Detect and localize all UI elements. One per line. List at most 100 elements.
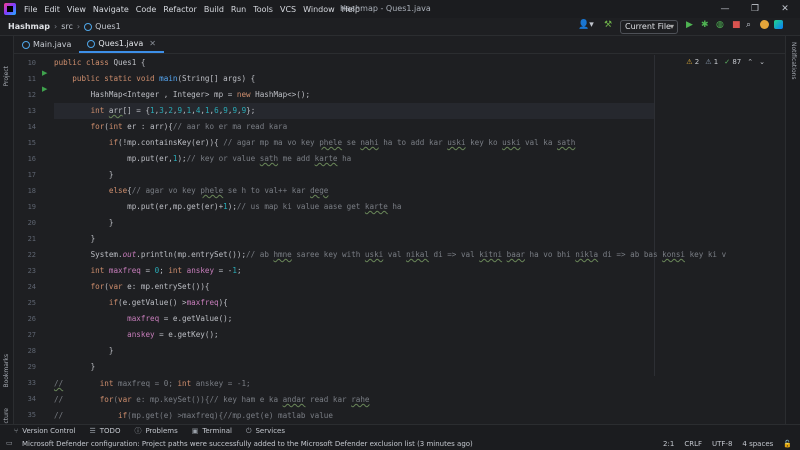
menu-code[interactable]: Code [136,5,156,14]
typos-count[interactable]: ✓ 87 [724,58,741,66]
todo-tool[interactable]: ☰ TODO [89,427,120,435]
minimize-icon[interactable]: — [710,0,740,18]
restore-icon[interactable]: ❐ [740,0,770,18]
search-icon[interactable]: ⌕ [746,20,751,30]
coverage-icon[interactable]: ◍ [716,20,724,30]
branch-icon: ⑂ [14,427,19,435]
expand-down-icon[interactable]: ⌄ [759,58,765,66]
menu-run[interactable]: Run [231,5,246,14]
close-tab-icon[interactable]: ✕ [149,39,156,48]
run-configuration-select[interactable]: Current File [620,20,678,34]
title-bar: File Edit View Navigate Code Refactor Bu… [0,0,800,18]
close-window-icon[interactable]: ✕ [770,0,800,18]
inspection-widget[interactable]: ⚠ 2 ⚠ 1 ✓ 87 ⌃ ⌄ [686,58,765,66]
breadcrumb-file[interactable]: Ques1 [95,22,121,31]
debug-icon[interactable]: ✱ [701,20,709,30]
line-number: 21 [27,235,36,243]
project-tool-tab[interactable]: Project [3,66,10,87]
menu-edit[interactable]: Edit [44,5,60,14]
main-menu: File Edit View Navigate Code Refactor Bu… [24,5,367,14]
code-line: } [54,362,96,371]
weak-warnings-count[interactable]: ⚠ 1 [705,58,718,66]
run-icon[interactable]: ▶ [686,20,693,30]
line-number: 23 [27,267,36,275]
weak-warning-icon: ⚠ [705,58,712,66]
java-class-icon [22,40,30,49]
check-icon: ✓ [724,58,731,66]
code-line: mp.put(er,mp.get(er)+1);// us map ki val… [54,202,402,211]
expand-up-icon[interactable]: ⌃ [747,58,753,66]
status-toggle-icon[interactable]: ▭ [6,439,13,447]
line-number: 15 [27,139,36,147]
code-line: for(int er : arr){// aar ko er ma read k… [90,122,288,131]
code-line: } [54,346,114,355]
breadcrumb-project[interactable]: Hashmap [8,22,50,31]
menu-refactor[interactable]: Refactor [163,5,197,14]
window-title: Hashmap - Ques1.java [340,4,431,13]
caret-position[interactable]: 2:1 [663,440,674,448]
line-number: 27 [27,331,36,339]
tab-main-java[interactable]: Main.java [14,36,79,53]
line-number: 33 [27,379,36,387]
code-editor-tail[interactable]: 33 34 35 // int maxfreq = 0; int anskey … [14,376,785,424]
run-main-gutter-icon[interactable]: ▶ [42,85,47,93]
menu-window[interactable]: Window [303,5,335,14]
lock-icon[interactable]: 🔓 [783,440,792,448]
code-line: mp.put(er,1);// key or value sath me add… [54,154,352,163]
bookmarks-tool-tab[interactable]: Bookmarks [3,354,10,388]
line-number: 29 [27,363,36,371]
menu-build[interactable]: Build [204,5,224,14]
breadcrumb-src[interactable]: src [61,22,73,31]
version-control-tool[interactable]: ⑂ Version Control [14,427,75,435]
menu-file[interactable]: File [24,5,37,14]
line-number: 13 [27,107,36,115]
user-icon[interactable]: 👤▾ [578,20,594,30]
code-line: System.out.println(mp.entrySet());// ab … [54,250,727,259]
line-number: 28 [27,347,36,355]
line-number: 25 [27,299,36,307]
status-message[interactable]: Microsoft Defender configuration: Projec… [22,440,473,448]
menu-navigate[interactable]: Navigate [93,5,129,14]
right-tool-strip: Notifications [785,36,800,424]
line-number: 24 [27,283,36,291]
right-margin-guide [654,55,655,424]
indent-setting[interactable]: 4 spaces [742,440,773,448]
breadcrumb-separator: › [54,22,58,31]
menu-vcs[interactable]: VCS [280,5,296,14]
build-hammer-icon[interactable]: ⚒ [604,20,612,30]
navigation-bar: Hashmap › src › Ques1 [0,18,800,36]
code-editor[interactable]: 10 11 12 13 14 15 16 17 18 19 20 21 22 2… [14,55,785,424]
tab-ques1-java[interactable]: Ques1.java ✕ [79,36,164,53]
terminal-icon: ▣ [191,427,199,435]
java-class-icon [84,22,93,31]
services-tool[interactable]: ⏻ Services [246,427,285,436]
status-bar: ▭ Microsoft Defender configuration: Proj… [0,437,800,450]
line-number: 12 [27,91,36,99]
line-number: 26 [27,315,36,323]
line-separator[interactable]: CRLF [684,440,702,448]
code-line: // int maxfreq = 0; int anskey = -1; [54,379,251,388]
intellij-logo-icon[interactable] [4,3,16,15]
terminal-tool[interactable]: ▣ Terminal [192,427,232,435]
jetbrains-toolbox-icon[interactable] [774,20,783,29]
notifications-tool-tab[interactable]: Notifications [790,42,797,80]
code-line: if(!mp.containsKey(er)){ // agar mp ma v… [108,138,576,147]
services-icon: ⏻ [245,426,252,435]
run-class-gutter-icon[interactable]: ▶ [42,69,47,77]
problems-tool[interactable]: ⓘ Problems [134,426,177,436]
line-number: 34 [27,395,36,403]
editor-tabs: Main.java Ques1.java ✕ [14,36,785,54]
left-tool-strip: Project Bookmarks Structure [0,36,14,436]
warnings-count[interactable]: ⚠ 2 [686,58,699,66]
line-number: 10 [27,59,36,67]
code-line: } [54,218,114,227]
bottom-tool-bar: ⑂ Version Control ☰ TODO ⓘ Problems ▣ Termin… [0,424,800,437]
update-icon[interactable] [760,20,769,29]
stop-icon[interactable]: ■ [732,20,741,30]
menu-view[interactable]: View [67,5,86,14]
file-encoding[interactable]: UTF-8 [712,440,732,448]
line-number: 22 [27,251,36,259]
menu-tools[interactable]: Tools [253,5,273,14]
code-line: // for(var e: mp.keySet()){// key ham e … [54,395,370,404]
tab-label: Main.java [33,40,72,49]
